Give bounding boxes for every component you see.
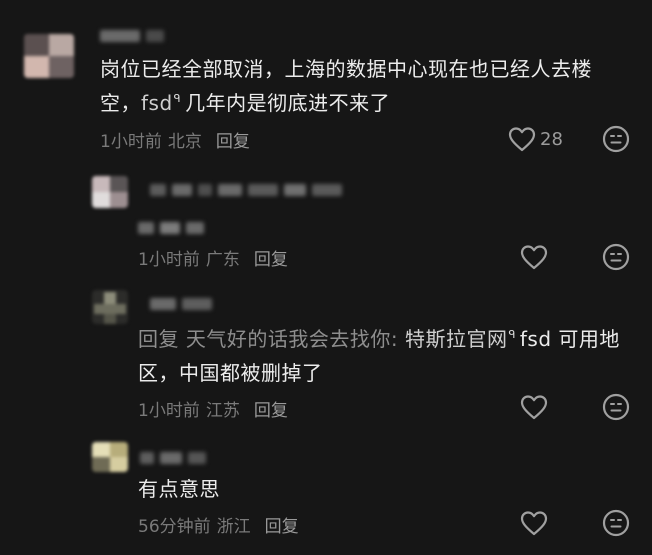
search-icon: ᑫ [173, 92, 182, 106]
dislike-button[interactable] [601, 508, 631, 538]
heart-outline-icon [520, 511, 548, 536]
avatar[interactable] [24, 34, 74, 78]
comment-time: 1小时前 [100, 132, 162, 152]
heart-outline-icon [508, 127, 536, 152]
username-blurred[interactable] [150, 298, 218, 312]
search-icon: ᑫ [508, 328, 516, 342]
comment-time: 56分钟前 [138, 517, 211, 537]
meh-face-icon [602, 393, 630, 421]
reply-to-user[interactable]: 天气好的话我会去找你: [186, 327, 398, 351]
avatar[interactable] [92, 290, 128, 324]
comment-text: 回复 天气好的话我会去找你: 特斯拉官网ᑫ fsd 可用地区，中国都被删掉了 [138, 327, 620, 385]
comment-text: 有点意思 [138, 477, 220, 501]
meh-face-icon [602, 243, 630, 271]
dislike-button[interactable] [601, 242, 631, 272]
comment-meta: 1小时前 广东 回复 [138, 245, 288, 270]
username-blurred[interactable] [140, 452, 212, 466]
comment-time: 1小时前 [138, 401, 200, 421]
like-button[interactable] [520, 510, 548, 536]
username-blurred[interactable] [150, 184, 348, 198]
comment-location: 江苏 [205, 401, 240, 421]
reply-button[interactable]: 回复 [216, 132, 250, 152]
heart-outline-icon [520, 245, 548, 270]
like-button[interactable] [520, 394, 548, 420]
meh-face-icon [602, 125, 630, 153]
comment-meta: 56分钟前 浙江 回复 [138, 512, 299, 537]
like-button[interactable] [520, 244, 548, 270]
search-link[interactable]: 特斯拉官网ᑫ [405, 327, 520, 351]
comment-meta: 1小时前 北京 回复 [100, 127, 250, 152]
like-count: 28 [540, 128, 563, 150]
reply-button[interactable]: 回复 [254, 401, 288, 421]
comment-location: 北京 [167, 132, 202, 152]
reply-button[interactable]: 回复 [254, 250, 288, 270]
dislike-button[interactable] [601, 124, 631, 154]
reply-prefix: 回复 [138, 327, 179, 351]
comment-location: 广东 [205, 250, 240, 270]
comment-meta: 1小时前 江苏 回复 [138, 396, 288, 421]
avatar[interactable] [92, 442, 128, 472]
dislike-button[interactable] [601, 392, 631, 422]
search-link[interactable]: fsdᑫ [141, 91, 185, 115]
username-blurred[interactable] [100, 30, 170, 44]
comment-location: 浙江 [216, 517, 251, 537]
meh-face-icon [602, 509, 630, 537]
like-button[interactable]: 28 [508, 126, 563, 152]
avatar[interactable] [92, 176, 128, 208]
comment-text: 岗位已经全部取消，上海的数据中心现在也已经人去楼空，fsdᑫ 几年内是彻底进不来了 [100, 57, 592, 115]
comment-text-blurred [138, 222, 210, 236]
heart-outline-icon [520, 395, 548, 420]
comment-time: 1小时前 [138, 250, 200, 270]
reply-button[interactable]: 回复 [265, 517, 299, 537]
